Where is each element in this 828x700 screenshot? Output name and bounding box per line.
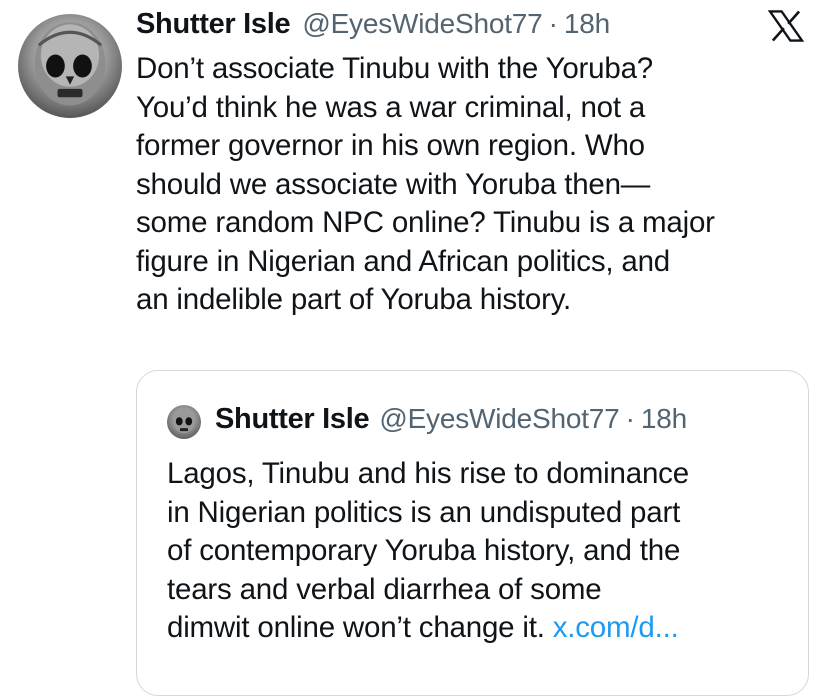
skull-face-avatar-icon bbox=[173, 407, 195, 434]
tweet-line: former governor in his own region. Who bbox=[136, 129, 645, 162]
quoted-tweet-line: dimwit online won’t change it. bbox=[167, 611, 545, 644]
tweet-line: an indelible part of Yoruba history. bbox=[136, 283, 572, 316]
quoted-author-avatar[interactable] bbox=[167, 405, 201, 439]
quoted-tweet-line: Lagos, Tinubu and his rise to dominance bbox=[167, 457, 689, 490]
tweet-header: Shutter Isle @EyesWideShot77 · 18h bbox=[136, 8, 610, 42]
x-logo-icon[interactable] bbox=[768, 10, 804, 42]
quoted-author-name[interactable]: Shutter Isle bbox=[215, 403, 370, 436]
quoted-tweet-header: Shutter Isle @EyesWideShot77 · 18h bbox=[215, 403, 687, 436]
tweet-line: some random NPC online? Tinubu is a majo… bbox=[136, 206, 715, 239]
quoted-tweet-body: Lagos, Tinubu and his rise to dominance … bbox=[167, 455, 797, 648]
quoted-tweet-last-line: dimwit online won’t change it. x.com/d..… bbox=[167, 609, 797, 648]
author-handle[interactable]: @EyesWideShot77 bbox=[302, 8, 542, 40]
tweet-line: should we associate with Yoruba then— bbox=[136, 167, 651, 201]
quoted-tweet-card[interactable]: Shutter Isle @EyesWideShot77 · 18h Lagos… bbox=[136, 370, 809, 696]
separator-dot: · bbox=[625, 403, 635, 434]
tweet-line: You’d think he was a war criminal, not a bbox=[136, 90, 646, 124]
author-name[interactable]: Shutter Isle bbox=[136, 8, 291, 41]
skull-face-avatar-icon bbox=[34, 22, 106, 106]
truncated-link[interactable]: x.com/d... bbox=[553, 611, 679, 644]
tweet-body: Don’t associate Tinubu with the Yoruba? … bbox=[136, 50, 816, 320]
quoted-timestamp[interactable]: 18h bbox=[641, 403, 687, 435]
separator-dot: · bbox=[548, 8, 558, 39]
tweet-line: figure in Nigerian and African politics,… bbox=[136, 244, 670, 278]
timestamp[interactable]: 18h bbox=[564, 8, 610, 40]
quoted-tweet-line: of contemporary Yoruba history, and the bbox=[167, 534, 681, 567]
author-avatar[interactable] bbox=[18, 14, 122, 118]
quoted-tweet-line: tears and verbal diarrhea of some bbox=[167, 572, 602, 606]
quoted-tweet-line: in Nigerian politics is an undisputed pa… bbox=[167, 495, 681, 529]
tweet-line: Don’t associate Tinubu with the Yoruba? bbox=[136, 52, 654, 85]
quoted-author-handle[interactable]: @EyesWideShot77 bbox=[379, 403, 619, 435]
